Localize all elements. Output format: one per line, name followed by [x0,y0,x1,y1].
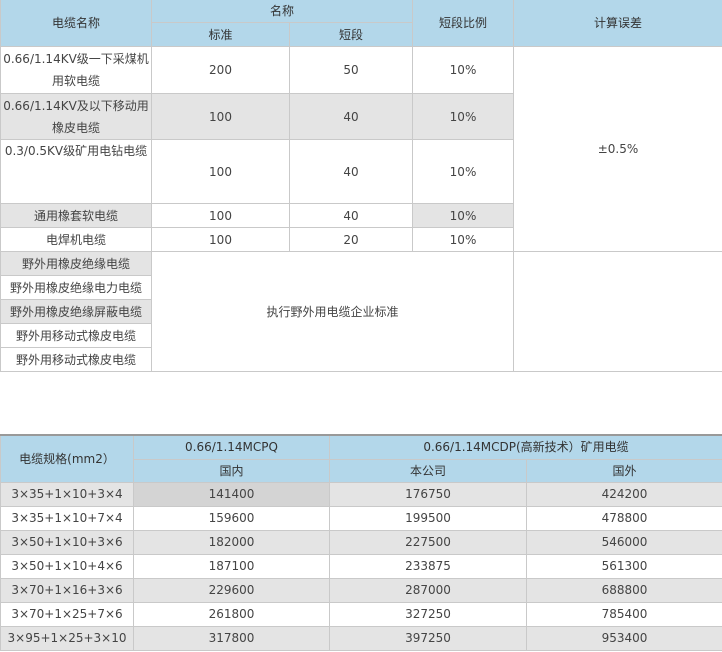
short-cell: 50 [288,46,414,94]
cable-short-section-table: 电缆名称 名称 短段比例 计算误差 标准 短段 0.66/1.14KV级一下采煤… [0,0,722,372]
field-cable-name-cell: 野外用橡皮绝缘屏蔽电缆 [0,299,152,324]
cable-price-comparison-table: 电缆规格(mm2） 0.66/1.14MCPQ 0.66/1.14MCDP(高新… [0,434,722,651]
spec-cell: 3×95+1×25+3×10 [0,625,134,651]
short-cell: 20 [288,227,414,252]
table-row: 3×50+1×10+4×6 187100 233875 561300 [0,553,722,579]
standard-cell: 100 [151,93,290,140]
company-cell: 287000 [329,577,527,603]
spec-cell: 3×50+1×10+4×6 [0,553,134,579]
cable-name-cell: 0.66/1.14KV及以下移动用橡皮电缆 [0,93,152,140]
foreign-cell: 688800 [526,577,722,603]
header-short: 短段 [288,22,414,47]
header-cable-name: 电缆名称 [0,0,152,47]
standard-cell: 100 [151,203,290,228]
company-cell: 199500 [329,505,527,531]
ratio-cell: 10% [412,93,515,140]
table-row: 3×95+1×25+3×10 317800 397250 953400 [0,625,722,651]
company-cell: 327250 [329,601,527,627]
company-cell: 227500 [329,529,527,555]
table-row: 野外用橡皮绝缘电缆 执行野外用电缆企业标准 [0,251,722,372]
table-row: 3×70+1×16+3×6 229600 287000 688800 [0,577,722,603]
foreign-cell: 953400 [526,625,722,651]
field-cable-name-cell: 野外用移动式橡皮电缆 [0,323,152,348]
empty-cell [513,251,722,372]
foreign-cell: 546000 [526,529,722,555]
field-cable-name-cell: 野外用移动式橡皮电缆 [0,347,152,372]
domestic-cell: 261800 [133,601,330,627]
table-row: 3×70+1×25+7×6 261800 327250 785400 [0,601,722,627]
cable-name-cell: 电焊机电缆 [0,227,152,252]
ratio-cell: 10% [412,227,515,252]
spec-cell: 3×50+1×10+3×6 [0,529,134,555]
header-company: 本公司 [329,458,527,483]
header-mcpq: 0.66/1.14MCPQ [133,434,330,460]
header-mcdp: 0.66/1.14MCDP(高新技术）矿用电缆 [329,434,722,460]
domestic-cell: 141400 [133,481,330,507]
table-row: 0.66/1.14KV级一下采煤机用软电缆 200 50 10% ±0.5% [0,46,722,252]
ratio-cell: 10% [412,203,515,228]
cable-name-cell: 通用橡套软电缆 [0,203,152,228]
company-cell: 233875 [329,553,527,579]
domestic-cell: 187100 [133,553,330,579]
foreign-cell: 785400 [526,601,722,627]
company-cell: 176750 [329,481,527,507]
standard-cell: 100 [151,139,290,204]
field-cable-name-cell: 野外用橡皮绝缘电力电缆 [0,275,152,300]
header-standard: 标准 [151,22,290,47]
foreign-cell: 478800 [526,505,722,531]
header-foreign: 国外 [526,458,722,483]
domestic-cell: 182000 [133,529,330,555]
standard-cell: 100 [151,227,290,252]
field-cable-name-cell: 野外用橡皮绝缘电缆 [0,251,152,276]
short-cell: 40 [288,203,414,228]
spec-cell: 3×35+1×10+3×4 [0,481,134,507]
spec-cell: 3×35+1×10+7×4 [0,505,134,531]
spec-cell: 3×70+1×25+7×6 [0,601,134,627]
table-row: 3×35+1×10+7×4 159600 199500 478800 [0,505,722,531]
header-calc-error: 计算误差 [513,0,722,47]
foreign-cell: 561300 [526,553,722,579]
header-domestic: 国内 [133,458,330,483]
domestic-cell: 317800 [133,625,330,651]
foreign-cell: 424200 [526,481,722,507]
short-cell: 40 [288,93,414,140]
table-row: 3×50+1×10+3×6 182000 227500 546000 [0,529,722,555]
standard-cell: 200 [151,46,290,94]
ratio-cell: 10% [412,139,515,204]
short-cell: 40 [288,139,414,204]
domestic-cell: 159600 [133,505,330,531]
spec-cell: 3×70+1×16+3×6 [0,577,134,603]
ratio-cell: 10% [412,46,515,94]
calc-error-value: ±0.5% [513,46,722,252]
cable-name-cell: 0.3/0.5KV级矿用电钻电缆 [0,139,152,204]
company-cell: 397250 [329,625,527,651]
header-name-group: 名称 [150,0,414,23]
header-short-ratio: 短段比例 [412,0,515,47]
cable-name-cell: 0.66/1.14KV级一下采煤机用软电缆 [0,46,152,94]
field-cable-standard-note: 执行野外用电缆企业标准 [150,251,515,372]
table-row: 3×35+1×10+3×4 141400 176750 424200 [0,481,722,507]
header-spec: 电缆规格(mm2） [0,434,134,483]
domestic-cell: 229600 [133,577,330,603]
